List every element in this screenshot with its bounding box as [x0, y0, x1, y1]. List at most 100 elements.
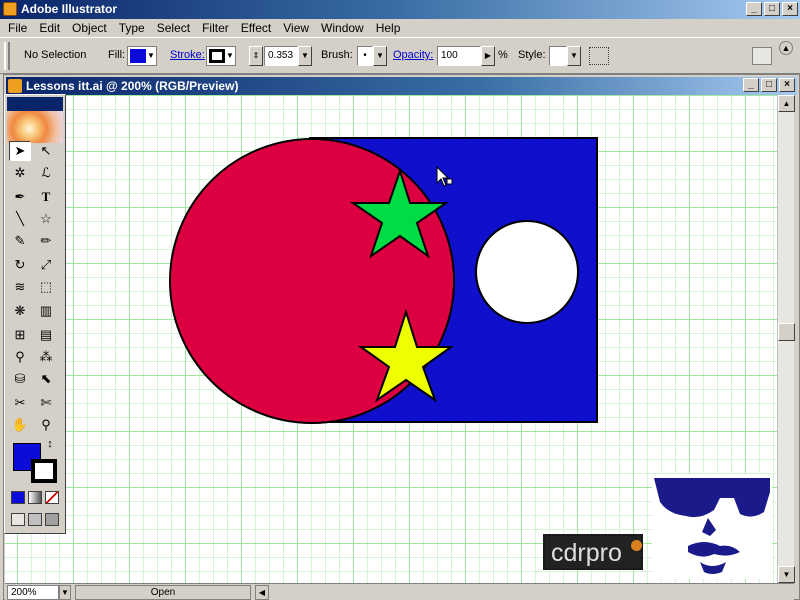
symbol-sprayer-tool-icon[interactable]: ❋ [9, 301, 31, 321]
stroke-swatch[interactable]: ▼ [206, 46, 236, 66]
hand-tool-icon[interactable]: ✋ [9, 415, 31, 435]
gradient-mode-button[interactable] [28, 491, 42, 504]
menu-object[interactable]: Object [66, 19, 113, 37]
fill-label: Fill: [108, 49, 126, 61]
menu-view[interactable]: View [277, 19, 315, 37]
stroke-weight-field[interactable]: 0.353 [264, 46, 298, 66]
scroll-down-button[interactable]: ▼ [778, 566, 795, 583]
eyedropper-tool-icon[interactable]: ⚲ [9, 347, 31, 367]
scissors-tool-icon[interactable]: ✄ [35, 393, 57, 413]
cdrpro-badge-icon [631, 540, 642, 551]
stroke-weight-stepper[interactable]: ⇕ [249, 46, 263, 66]
scale-tool-icon[interactable]: ⤢ [35, 255, 57, 275]
restore-button[interactable]: □ [764, 2, 780, 16]
menu-bar: File Edit Object Type Select Filter Effe… [0, 19, 800, 37]
document-title: Lessons itt.ai @ 200% (RGB/Preview) [26, 79, 239, 93]
menu-edit[interactable]: Edit [33, 19, 66, 37]
doc-close-button[interactable]: × [779, 78, 795, 92]
scroll-left-button[interactable]: ◀ [255, 585, 269, 600]
menu-effect[interactable]: Effect [235, 19, 277, 37]
line-tool-icon[interactable]: ╲ [9, 209, 31, 229]
none-mode-button[interactable] [45, 491, 59, 504]
menu-type[interactable]: Type [113, 19, 151, 37]
fill-color-chip [130, 49, 146, 63]
doc-minimize-button[interactable]: _ [743, 78, 759, 92]
chevron-down-icon: ▼ [147, 51, 155, 60]
cdrpro-logo-text: cdrpro [551, 539, 622, 567]
opacity-label[interactable]: Opacity: [393, 49, 433, 61]
app-title: Adobe Illustrator [21, 2, 118, 16]
zoom-level-field[interactable]: 200% [7, 585, 59, 600]
type-tool-icon[interactable]: T [35, 187, 57, 207]
selection-tool-icon[interactable]: ➤ [9, 141, 31, 161]
free-transform-tool-icon[interactable]: ⬚ [35, 277, 57, 297]
standard-screen-mode-button[interactable] [11, 513, 25, 526]
brush-field[interactable]: • [357, 46, 373, 66]
stroke-weight-dropdown[interactable]: ▼ [298, 46, 312, 66]
fill-swatch[interactable]: ▼ [127, 46, 157, 66]
palette-grip[interactable] [4, 42, 10, 70]
menu-window[interactable]: Window [315, 19, 370, 37]
chevron-down-icon: ▼ [226, 51, 234, 60]
full-screen-mode-button[interactable] [45, 513, 59, 526]
live-paint-tool-icon[interactable]: ⛁ [9, 369, 31, 389]
style-label: Style: [518, 49, 546, 61]
scroll-thumb[interactable] [778, 323, 795, 341]
scroll-up-button[interactable]: ▲ [778, 95, 795, 112]
status-bar: 200% ▼ Open ◀ [5, 583, 794, 600]
doc-restore-button[interactable]: □ [761, 78, 777, 92]
minimize-button[interactable]: _ [746, 2, 762, 16]
brush-label: Brush: [321, 49, 353, 61]
tools-panel: ➤ ↖ ✲ ℒ ✒ T ╲ ☆ ✎ ✏ ↻ ⤢ ≋ ⬚ ❋ ▥ ⊞ ▤ ⚲ ⁂ … [4, 94, 66, 534]
zoom-tool-icon[interactable]: ⚲ [35, 415, 57, 435]
sunglasses-face-logo [652, 474, 772, 579]
star-tool-icon[interactable]: ☆ [35, 209, 57, 229]
palette-menu-icon[interactable] [752, 47, 772, 65]
app-title-bar: Adobe Illustrator _ □ × [0, 0, 800, 19]
tools-panel-header[interactable] [7, 97, 63, 111]
pen-tool-icon[interactable]: ✒ [9, 187, 31, 207]
color-mode-button[interactable] [11, 491, 25, 504]
slice-tool-icon[interactable]: ✂ [9, 393, 31, 413]
menu-help[interactable]: Help [370, 19, 407, 37]
lasso-tool-icon[interactable]: ℒ [35, 163, 57, 183]
gradient-tool-icon[interactable]: ▤ [35, 325, 57, 345]
cdrpro-logo: cdrpro [543, 534, 643, 570]
control-palette: No Selection Fill: ▼ Stroke: ▼ ⇕ 0.353 ▼… [0, 37, 800, 74]
style-swatch[interactable] [549, 46, 567, 66]
opacity-unit: % [498, 49, 508, 61]
illustrator-app-icon [3, 2, 17, 16]
live-paint-selection-tool-icon[interactable]: ⬉ [35, 369, 57, 389]
rotate-tool-icon[interactable]: ↻ [9, 255, 31, 275]
style-dropdown[interactable]: ▼ [567, 46, 581, 66]
paintbrush-tool-icon[interactable]: ✎ [9, 231, 31, 251]
white-circle-hole[interactable] [475, 220, 579, 324]
brush-dropdown[interactable]: ▼ [373, 46, 387, 66]
opacity-field[interactable]: 100 [437, 46, 481, 66]
status-text[interactable]: Open [75, 585, 251, 600]
transform-grid-icon[interactable] [589, 47, 609, 65]
direct-selection-tool-icon[interactable]: ↖ [35, 141, 57, 161]
pencil-tool-icon[interactable]: ✏ [35, 231, 57, 251]
close-button[interactable]: × [782, 2, 798, 16]
full-screen-menu-mode-button[interactable] [28, 513, 42, 526]
blend-tool-icon[interactable]: ⁂ [35, 347, 57, 367]
stroke-color-chip [209, 49, 225, 63]
warp-tool-icon[interactable]: ≋ [9, 277, 31, 297]
swap-colors-icon[interactable]: ↕ [43, 437, 57, 451]
mesh-tool-icon[interactable]: ⊞ [9, 325, 31, 345]
magic-wand-tool-icon[interactable]: ✲ [9, 163, 31, 183]
opacity-dropdown[interactable]: ▶ [481, 46, 495, 66]
stroke-label[interactable]: Stroke: [170, 49, 205, 61]
document-icon [8, 79, 22, 93]
menu-file[interactable]: File [2, 19, 33, 37]
zoom-dropdown[interactable]: ▼ [59, 585, 71, 600]
collapse-icon[interactable]: ▲ [779, 41, 793, 55]
selection-status: No Selection [24, 49, 87, 61]
menu-select[interactable]: Select [151, 19, 196, 37]
vertical-scrollbar[interactable]: ▲ ▼ [777, 95, 795, 583]
stroke-color-swatch[interactable] [31, 459, 57, 483]
illustrator-flower-logo[interactable] [7, 111, 63, 143]
menu-filter[interactable]: Filter [196, 19, 235, 37]
graph-tool-icon[interactable]: ▥ [35, 301, 57, 321]
